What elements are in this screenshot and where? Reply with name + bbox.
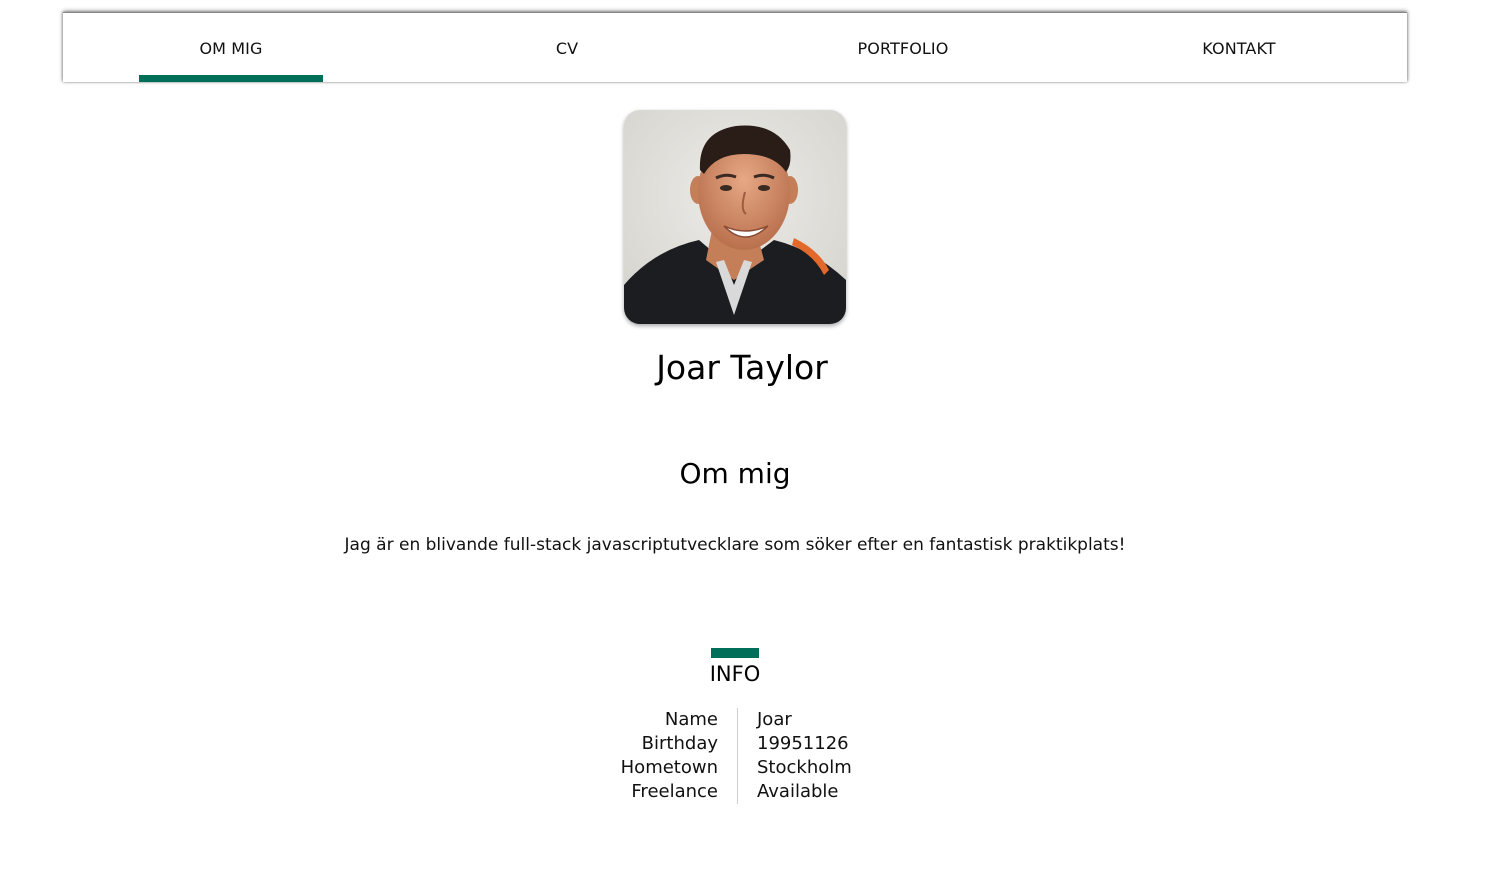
nav-item-label: CV	[555, 39, 579, 58]
info-heading: INFO	[709, 662, 761, 686]
info-value: Joar	[757, 709, 792, 730]
nav-item-kontakt[interactable]: KONTAKT	[1071, 13, 1407, 82]
info-key: Freelance	[631, 781, 718, 802]
info-values-column: Joar 19951126 Stockholm Available	[757, 708, 852, 804]
nav-item-cv[interactable]: CV	[399, 13, 735, 82]
info-value: Available	[757, 781, 839, 802]
info-divider	[737, 708, 738, 804]
top-navbar: OM MIG CV PORTFOLIO KONTAKT	[63, 12, 1407, 82]
info-accent-bar	[711, 648, 759, 658]
info-key: Birthday	[641, 733, 718, 754]
info-key: Name	[664, 709, 718, 730]
nav-item-label: KONTAKT	[1202, 39, 1276, 58]
nav-item-label: PORTFOLIO	[857, 39, 949, 58]
profile-name: Joar Taylor	[656, 348, 828, 387]
profile-photo	[624, 110, 846, 324]
info-key: Hometown	[620, 757, 718, 778]
info-keys-column: Name Birthday Hometown Freelance	[621, 708, 718, 804]
nav-item-om-mig[interactable]: OM MIG	[63, 13, 399, 82]
nav-item-portfolio[interactable]: PORTFOLIO	[735, 13, 1071, 82]
about-text: Jag är en blivande full-stack javascript…	[344, 535, 1126, 555]
page: OM MIG CV PORTFOLIO KONTAKT Joar Taylor …	[0, 0, 1492, 892]
active-tab-indicator	[139, 75, 323, 82]
nav-item-label: OM MIG	[199, 39, 263, 58]
info-value: 19951126	[757, 733, 849, 754]
about-heading: Om mig	[679, 457, 791, 490]
info-value: Stockholm	[757, 757, 852, 778]
